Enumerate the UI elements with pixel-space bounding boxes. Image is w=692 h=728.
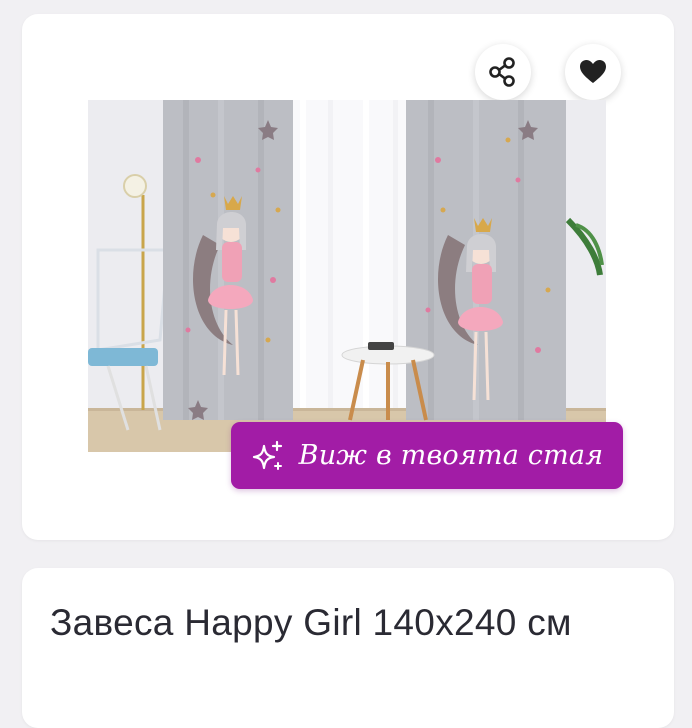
share-icon <box>489 57 515 87</box>
curtain-room-illustration <box>88 100 606 452</box>
product-image[interactable] <box>88 100 606 452</box>
view-in-room-label: Виж в твоята стая <box>298 440 604 471</box>
sparkles-icon <box>252 440 282 470</box>
view-in-room-button[interactable]: Виж в твоята стая <box>231 422 623 489</box>
product-title: Завеса Happy Girl 140x240 см <box>50 602 572 643</box>
share-button[interactable] <box>475 44 531 100</box>
favorite-button[interactable] <box>565 44 621 100</box>
heart-icon <box>580 60 606 83</box>
product-info-card <box>22 568 674 728</box>
